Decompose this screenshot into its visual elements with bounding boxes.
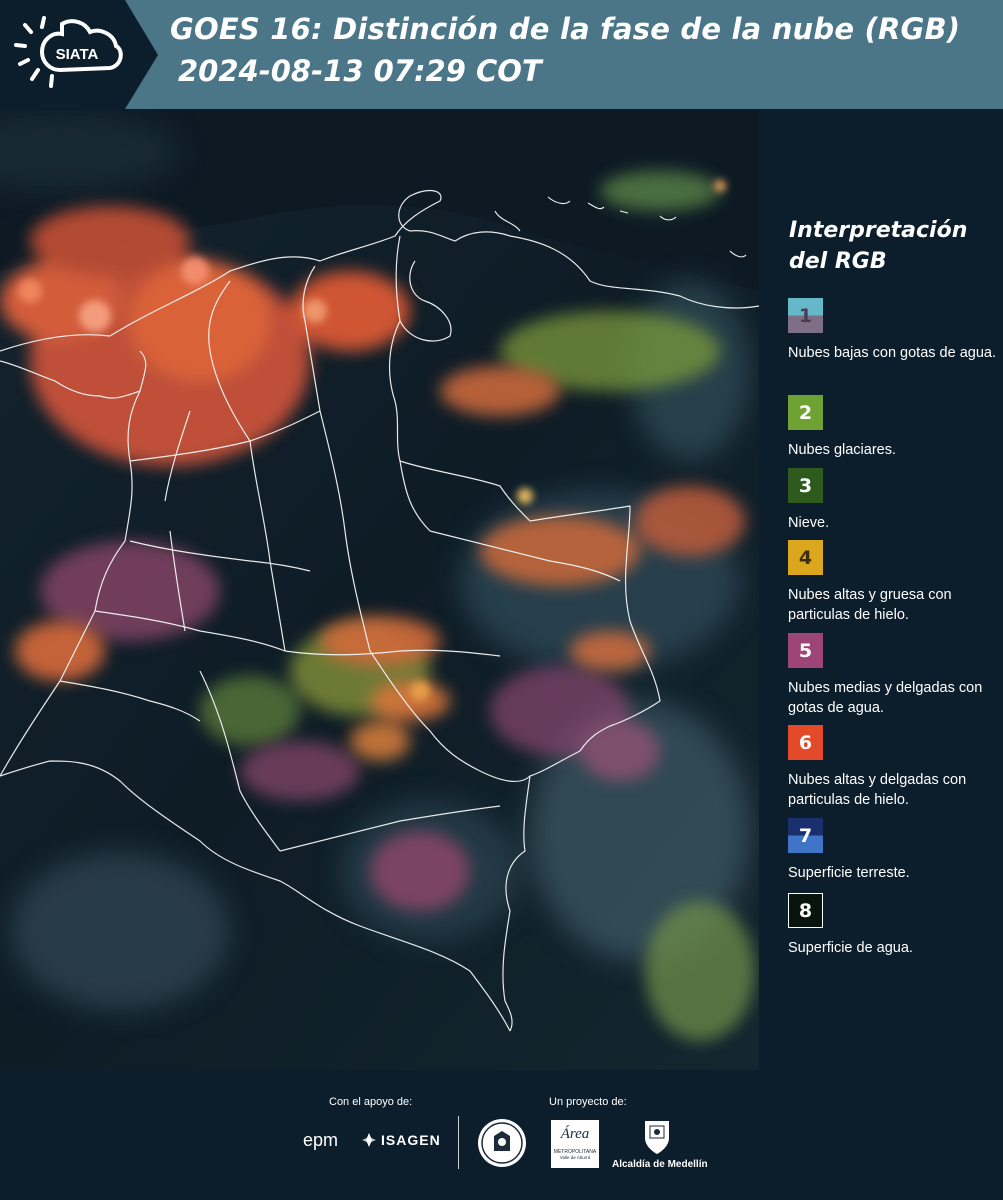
- legend-label-7: Superficie terreste.: [788, 865, 910, 881]
- legend-item-5: 5 Nubes medias y delgadas con gotas de a…: [788, 633, 1003, 718]
- support-caption: Con el apoyo de:: [329, 1096, 413, 1108]
- satellite-image: [0, 111, 759, 1070]
- legend-swatch-4: 4: [788, 540, 823, 575]
- legend-label-8: Superficie de agua.: [788, 940, 913, 956]
- page-timestamp: 2024-08-13 07:29 COT: [178, 54, 542, 88]
- legend-item-3: 3 Nieve.: [788, 468, 1003, 533]
- page-title: GOES 16: Distinción de la fase de la nub…: [170, 12, 961, 46]
- satellite-map[interactable]: [0, 111, 759, 1070]
- isagen-logo: ISAGEN: [361, 1132, 441, 1148]
- epm-logo: epm: [303, 1130, 338, 1151]
- legend-label-5: Nubes medias y delgadas con gotas de agu…: [788, 680, 983, 716]
- legend-item-6: 6 Nubes altas y delgadas con particulas …: [788, 725, 1003, 810]
- siata-logo: SIATA: [0, 0, 158, 109]
- isagen-logo-text: ISAGEN: [381, 1132, 441, 1148]
- legend-swatch-8: 8: [788, 893, 823, 928]
- alcaldia-shield-icon: [645, 1121, 669, 1154]
- legend-label-3: Nieve.: [788, 515, 830, 531]
- legend-label-1: Nubes bajas con gotas de agua.: [788, 345, 996, 361]
- municipal-seal-icon: [478, 1119, 526, 1167]
- legend-number-2: 2: [798, 401, 813, 424]
- legend-panel: Interpretación del RGB 1 Nubes bajas con…: [760, 111, 1003, 1070]
- legend-swatch-5: 5: [788, 633, 823, 668]
- isagen-icon: [362, 1133, 376, 1147]
- legend-label-4: Nubes altas y gruesa con particulas de h…: [788, 587, 952, 623]
- footer-divider: [458, 1116, 459, 1169]
- legend-label-6: Nubes altas y delgadas con particulas de…: [788, 772, 967, 808]
- legend-item-7: 7 Superficie terreste.: [788, 818, 1003, 883]
- legend-item-2: 2 Nubes glaciares.: [788, 395, 1003, 460]
- project-caption: Un proyecto de:: [549, 1096, 627, 1108]
- legend-item-8: 8 Superficie de agua.: [788, 893, 1003, 958]
- legend-title: Interpretación del RGB: [789, 218, 968, 274]
- epm-logo-text: epm: [303, 1130, 339, 1150]
- legend-number-8: 8: [798, 899, 813, 922]
- logo-text: SIATA: [56, 46, 99, 63]
- legend-swatch-6: 6: [788, 725, 823, 760]
- alcaldia-text: Alcaldía de Medellín: [612, 1159, 708, 1170]
- legend-swatch-1: 1: [788, 298, 823, 333]
- legend-number-5: 5: [798, 639, 813, 662]
- legend-swatch-7: 7: [788, 818, 823, 853]
- legend-swatch-3: 3: [788, 468, 823, 503]
- legend-item-1: 1 Nubes bajas con gotas de agua.: [788, 298, 1003, 363]
- legend-number-6: 6: [798, 731, 813, 754]
- legend-swatch-2: 2: [788, 395, 823, 430]
- header: SIATA GOES 16: Distinción de la fase de …: [0, 0, 1003, 109]
- legend-number-3: 3: [798, 474, 813, 497]
- legend-item-4: 4 Nubes altas y gruesa con particulas de…: [788, 540, 1003, 625]
- legend-number-1: 1: [798, 304, 813, 327]
- legend-number-4: 4: [798, 546, 813, 569]
- legend-label-2: Nubes glaciares.: [788, 442, 896, 458]
- area-metropolitana-logo: Área METROPOLITANA Valle de Aburrá: [551, 1120, 599, 1168]
- area-logo-text: Área: [560, 1126, 590, 1142]
- area-logo-subtext2: Valle de Aburrá: [559, 1155, 591, 1160]
- legend-number-7: 7: [798, 824, 813, 847]
- footer: Con el apoyo de: Un proyecto de: epm ISA…: [0, 1070, 1003, 1200]
